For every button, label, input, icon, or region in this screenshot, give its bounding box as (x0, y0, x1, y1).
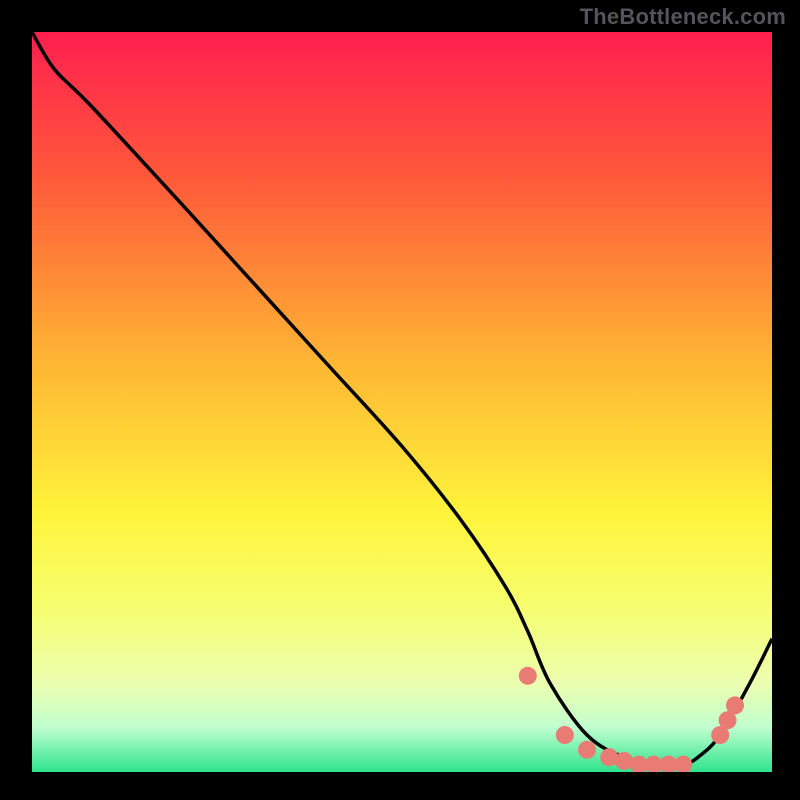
chart-container: TheBottleneck.com (0, 0, 800, 800)
plot-area (32, 32, 772, 772)
highlight-dot (556, 726, 574, 744)
highlight-dot (519, 667, 537, 685)
attribution-watermark: TheBottleneck.com (580, 4, 786, 30)
marker-dots-layer (32, 32, 772, 772)
highlight-dot (578, 741, 596, 759)
highlight-dot (726, 696, 744, 714)
highlight-dots (519, 667, 744, 772)
highlight-dot (674, 756, 692, 772)
